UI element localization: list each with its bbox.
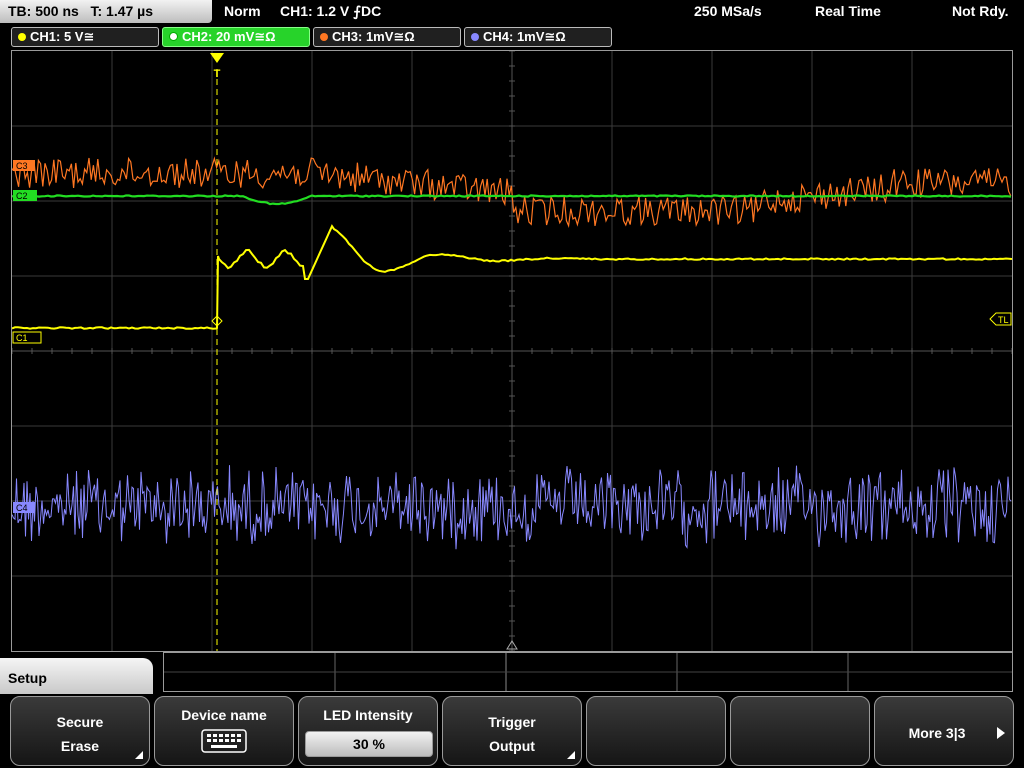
waveform-canvas: T C3 C2 C1 C4 TL <box>12 51 1012 651</box>
tab-ch1[interactable]: CH1: 5 V≅ <box>11 27 159 47</box>
acquisition-mode: Real Time <box>815 3 881 19</box>
softkey-6-empty[interactable] <box>730 696 870 766</box>
ch4-ground-marker[interactable]: C4 <box>13 502 35 513</box>
trigger-mode[interactable]: Norm <box>224 0 261 23</box>
timebase-box[interactable]: TB: 500 ns T: 1.47 µs <box>0 0 212 23</box>
more-label: More 3|3 <box>908 725 966 741</box>
trigger-output-line1: Trigger <box>488 714 536 730</box>
ch3-color-dot <box>320 33 328 41</box>
ch4-label: CH4: 1mV≅Ω <box>483 29 566 44</box>
ch1-ground-marker[interactable]: C1 <box>12 331 42 344</box>
trigger-output-line2: Output <box>489 738 535 754</box>
ch3-ground-marker[interactable]: C3 <box>13 160 35 171</box>
trigger-time-value: T: 1.47 µs <box>90 3 154 19</box>
acquisition-state: Not Rdy. <box>952 3 1009 19</box>
ch4-color-dot <box>471 33 479 41</box>
graticule <box>12 51 1012 651</box>
status-bar: TB: 500 ns T: 1.47 µs Norm CH1: 1.2 V ⨍D… <box>0 0 1024 25</box>
menu-title: Setup <box>0 658 153 698</box>
timebase-value: TB: 500 ns <box>8 3 79 19</box>
secure-erase-button[interactable]: Secure Erase <box>10 696 150 766</box>
ch1-color-dot <box>18 33 26 41</box>
led-intensity-value: 30 % <box>305 731 433 757</box>
secure-erase-line2: Erase <box>60 738 100 754</box>
device-name-label: Device name <box>181 707 267 723</box>
trigger-info[interactable]: CH1: 1.2 V ⨍DC <box>280 0 381 23</box>
submenu-indicator-icon <box>135 751 143 759</box>
ch1-label: CH1: 5 V≅ <box>30 29 95 44</box>
keyboard-icon <box>201 729 247 753</box>
svg-text:C2: C2 <box>16 191 28 201</box>
tab-ch4[interactable]: CH4: 1mV≅Ω <box>464 27 612 47</box>
trigger-position-label: T <box>214 68 221 80</box>
ch2-label: CH2: 20 mV≅Ω <box>182 29 276 44</box>
waveform-display[interactable]: T C3 C2 C1 C4 TL <box>11 50 1013 652</box>
led-intensity-label: LED Intensity <box>323 707 413 723</box>
ch2-color-dot <box>169 32 178 41</box>
svg-text:TL: TL <box>998 315 1009 325</box>
ch3-label: CH3: 1mV≅Ω <box>332 29 415 44</box>
next-page-icon <box>997 727 1005 739</box>
submenu-indicator-icon <box>567 751 575 759</box>
secure-erase-line1: Secure <box>56 714 104 730</box>
svg-text:C3: C3 <box>16 161 28 171</box>
tab-ch2[interactable]: CH2: 20 mV≅Ω <box>162 27 310 47</box>
trigger-output-button[interactable]: Trigger Output <box>442 696 582 766</box>
trigger-level-marker[interactable]: TL <box>989 312 1012 326</box>
led-intensity-button[interactable]: LED Intensity 30 % <box>298 696 438 766</box>
tab-ch3[interactable]: CH3: 1mV≅Ω <box>313 27 461 47</box>
more-button[interactable]: More 3|3 <box>874 696 1014 766</box>
ch2-ground-marker[interactable]: C2 <box>13 190 37 201</box>
device-name-button[interactable]: Device name <box>154 696 294 766</box>
lower-grid-strip <box>163 652 1013 692</box>
sample-rate: 250 MSa/s <box>694 3 762 19</box>
softkey-5-empty[interactable] <box>586 696 726 766</box>
softkey-bar: Secure Erase Device name LED Intensity 3… <box>0 694 1024 768</box>
svg-text:C1: C1 <box>16 333 28 343</box>
svg-text:C4: C4 <box>16 503 28 513</box>
